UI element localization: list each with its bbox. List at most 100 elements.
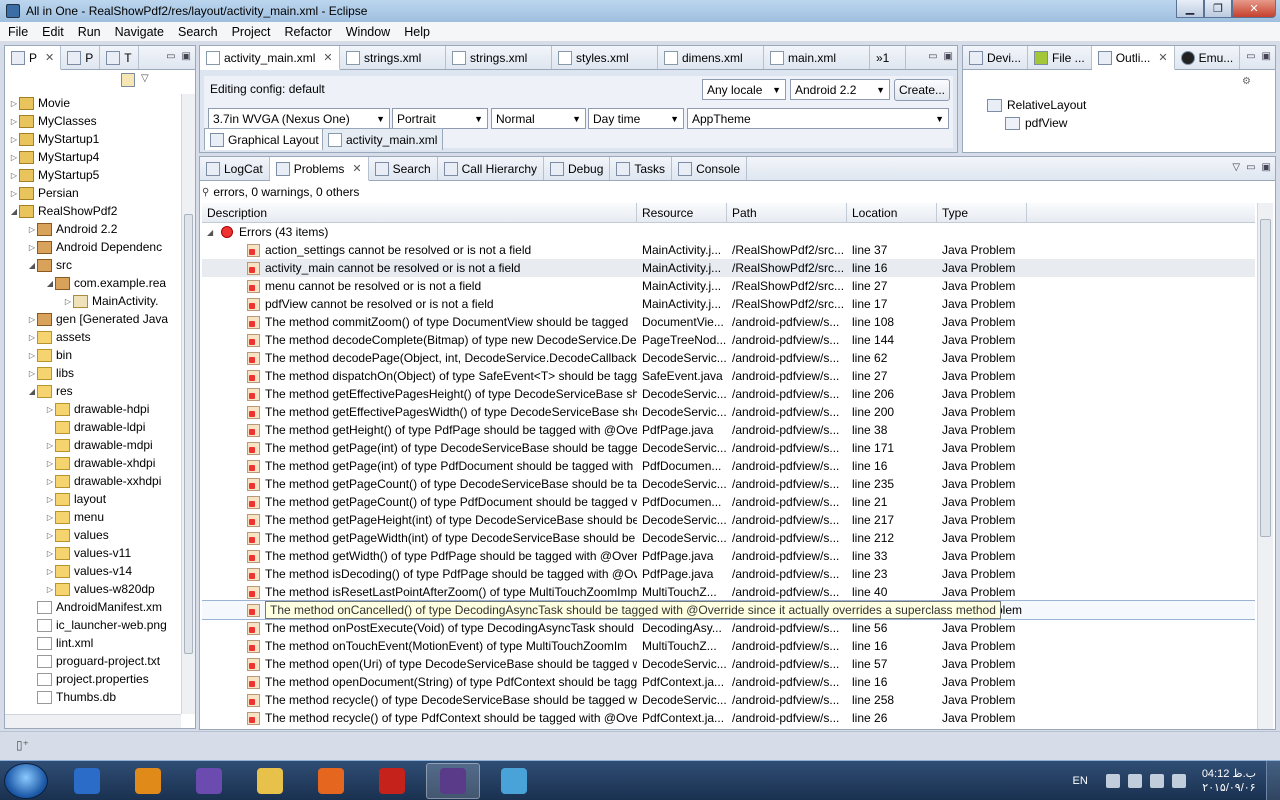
expanded-arrow-icon[interactable]: ◢ — [27, 261, 37, 270]
bottom-tab[interactable]: Debug — [544, 157, 611, 180]
tree-item[interactable]: ▷ MyStartup1 — [5, 130, 181, 148]
maximize-view-icon[interactable]: ▣ — [182, 51, 191, 62]
minimize-view-icon[interactable]: ▭ — [1246, 162, 1255, 173]
clock[interactable]: 04:12 ب.ظ ۲۰۱۵/۰۹/۰۶ — [1202, 767, 1256, 795]
tree-item[interactable]: ◢ com.example.rea — [5, 274, 181, 292]
collapsed-arrow-icon[interactable]: ▷ — [27, 369, 37, 378]
tree-item[interactable]: proguard-project.txt — [5, 652, 181, 670]
outline-tab[interactable]: Devi... — [963, 46, 1029, 69]
column-resource[interactable]: Resource — [637, 203, 727, 222]
minimize-view-icon[interactable]: ▭ — [1246, 51, 1255, 62]
collapsed-arrow-icon[interactable]: ▷ — [9, 99, 19, 108]
editor-tab[interactable]: main.xml — [764, 46, 870, 69]
internet-explorer-icon[interactable] — [60, 763, 114, 799]
menu-window[interactable]: Window — [340, 25, 396, 39]
tree-item[interactable]: ▷ bin — [5, 346, 181, 364]
locale-select[interactable]: Any locale ▼ — [702, 79, 786, 100]
collapsed-arrow-icon[interactable]: ▷ — [63, 297, 73, 306]
collapse-arrow-icon[interactable]: ◢ — [207, 228, 221, 237]
problem-row[interactable]: The method decodePage(Object, int, Decod… — [202, 349, 1255, 367]
tab-graphical-layout[interactable]: Graphical Layout — [204, 128, 325, 150]
tree-item[interactable]: AndroidManifest.xm — [5, 598, 181, 616]
collapsed-arrow-icon[interactable]: ▷ — [9, 153, 19, 162]
file-explorer-icon[interactable] — [243, 763, 297, 799]
tree-item[interactable]: ▷ gen [Generated Java — [5, 310, 181, 328]
outline-toolbar-icon[interactable]: ⚙ — [1242, 76, 1251, 87]
menu-navigate[interactable]: Navigate — [109, 25, 170, 39]
problem-row[interactable]: The method recycle() of type DecodeServi… — [202, 691, 1255, 709]
collapsed-arrow-icon[interactable]: ▷ — [9, 189, 19, 198]
ui-mode-select[interactable]: Normal ▼ — [491, 108, 586, 129]
tree-item[interactable]: ▷ drawable-mdpi — [5, 436, 181, 454]
collapsed-arrow-icon[interactable]: ▷ — [45, 549, 55, 558]
api-level-select[interactable]: Android 2.2 ▼ — [790, 79, 890, 100]
visual-studio-icon[interactable] — [182, 763, 236, 799]
device-select[interactable]: 3.7in WVGA (Nexus One) ▼ — [208, 108, 390, 129]
expanded-arrow-icon[interactable]: ◢ — [45, 279, 55, 288]
column-location[interactable]: Location — [847, 203, 937, 222]
tab-type-hierarchy[interactable]: T — [100, 46, 139, 69]
menu-project[interactable]: Project — [226, 25, 277, 39]
collapsed-arrow-icon[interactable]: ▷ — [45, 459, 55, 468]
menu-file[interactable]: File — [2, 25, 34, 39]
collapsed-arrow-icon[interactable]: ▷ — [27, 333, 37, 342]
collapsed-arrow-icon[interactable]: ▷ — [27, 243, 37, 252]
problem-row[interactable]: The method getPage(int) of type PdfDocum… — [202, 457, 1255, 475]
collapsed-arrow-icon[interactable]: ▷ — [9, 171, 19, 180]
outline-item[interactable]: pdfView — [1005, 114, 1086, 132]
problem-row[interactable]: The method open(Uri) of type DecodeServi… — [202, 655, 1255, 673]
tree-item[interactable]: ▷ values-w820dp — [5, 580, 181, 598]
problem-row[interactable]: The method getPage(int) of type DecodeSe… — [202, 439, 1255, 457]
editor-tab[interactable]: activity_main.xml ✕ — [200, 46, 340, 70]
problem-row[interactable]: The method isDecoding() of type PdfPage … — [202, 565, 1255, 583]
tab-package-explorer[interactable]: P ✕ — [5, 46, 62, 70]
eclipse-javaee-icon[interactable] — [426, 763, 480, 799]
maximize-view-icon[interactable]: ▣ — [944, 51, 953, 62]
problem-row[interactable]: action_settings cannot be resolved or is… — [202, 241, 1255, 259]
outline-tab[interactable]: Outli... ✕ — [1091, 46, 1175, 70]
outline-tab[interactable]: Emu... — [1175, 46, 1241, 69]
show-desktop-button[interactable] — [1266, 761, 1280, 800]
tree-item[interactable]: ▷ MyClasses — [5, 112, 181, 130]
problems-vertical-scrollbar[interactable] — [1257, 203, 1273, 729]
problem-row[interactable]: pdfView cannot be resolved or is not a f… — [202, 295, 1255, 313]
problem-row[interactable]: The method getPageCount() of type PdfDoc… — [202, 493, 1255, 511]
problem-row[interactable]: menu cannot be resolved or is not a fiel… — [202, 277, 1255, 295]
collapsed-arrow-icon[interactable]: ▷ — [45, 567, 55, 576]
restore-button[interactable]: ❐ — [1204, 0, 1232, 18]
minimize-view-icon[interactable]: ▭ — [166, 51, 175, 62]
volume-icon[interactable] — [1105, 774, 1120, 788]
tree-item[interactable]: ▷ layout — [5, 490, 181, 508]
error-group-row[interactable]: ◢ Errors (43 items) — [202, 223, 1255, 241]
fast-view-icon[interactable]: ▯⁺ — [16, 738, 29, 752]
editor-tab[interactable]: strings.xml — [446, 46, 552, 69]
problem-row[interactable]: The method openDocument(String) of type … — [202, 673, 1255, 691]
tree-item[interactable]: ▷ drawable-xxhdpi — [5, 472, 181, 490]
problem-row[interactable]: The method recycle() of type PdfContext … — [202, 709, 1255, 727]
power-icon[interactable] — [1149, 774, 1164, 788]
tree-item[interactable]: ▷ values-v14 — [5, 562, 181, 580]
tree-item[interactable]: ▷ menu — [5, 508, 181, 526]
problem-row[interactable]: activity_main cannot be resolved or is n… — [202, 259, 1255, 277]
collapsed-arrow-icon[interactable]: ▷ — [45, 513, 55, 522]
tree-item[interactable]: ▷ Android 2.2 — [5, 220, 181, 238]
editor-tab[interactable]: »1 — [870, 46, 906, 69]
minimize-button[interactable]: ▁ — [1176, 0, 1204, 18]
tab-project-explorer[interactable]: P — [61, 46, 101, 69]
close-icon[interactable]: ✕ — [352, 162, 361, 175]
bottom-tab[interactable]: Tasks — [610, 157, 673, 180]
tree-item[interactable]: ▷ MyStartup4 — [5, 148, 181, 166]
tree-vertical-scrollbar[interactable] — [181, 94, 195, 714]
theme-select[interactable]: AppTheme ▼ — [687, 108, 949, 129]
bottom-tab[interactable]: Search — [369, 157, 438, 180]
tree-item[interactable]: ▷ drawable-xhdpi — [5, 454, 181, 472]
close-icon[interactable]: ✕ — [45, 51, 54, 64]
firefox-icon[interactable] — [304, 763, 358, 799]
problem-row[interactable]: The method getPageWidth(int) of type Dec… — [202, 529, 1255, 547]
problem-row[interactable]: The method dispatchOn(Object) of type Sa… — [202, 367, 1255, 385]
editor-tab[interactable]: styles.xml — [552, 46, 658, 69]
problem-row[interactable]: The method getPageHeight(int) of type De… — [202, 511, 1255, 529]
tree-item[interactable]: ic_launcher-web.png — [5, 616, 181, 634]
collapsed-arrow-icon[interactable]: ▷ — [9, 117, 19, 126]
menu-search[interactable]: Search — [172, 25, 224, 39]
